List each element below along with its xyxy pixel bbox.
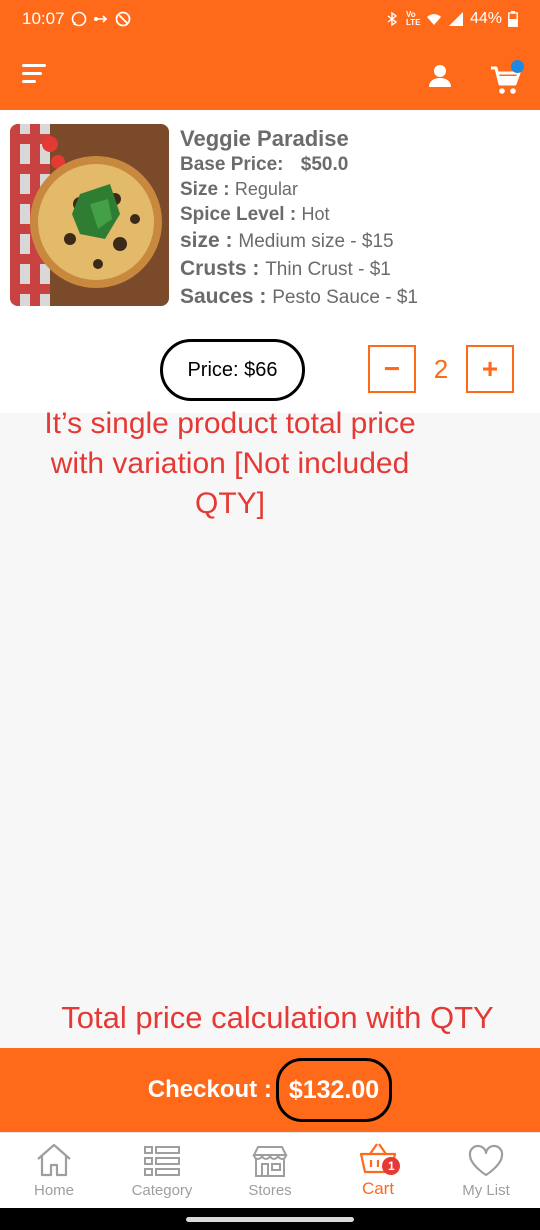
nav-cart[interactable]: 1 Cart: [324, 1133, 432, 1208]
checkout-label: Checkout :: [147, 1076, 272, 1103]
nav-category-label: Category: [131, 1182, 193, 1199]
cart-notification-dot: [511, 60, 524, 73]
menu-icon[interactable]: [22, 64, 50, 86]
base-price-label: Base Price:: [180, 154, 284, 175]
sauces-row: Sauces : Pesto Sauce - $1: [180, 283, 536, 311]
single-price-annotation: It’s single product total price with var…: [44, 407, 416, 520]
base-price-value: $50.0: [300, 154, 349, 175]
heart-icon: [468, 1144, 504, 1177]
whatsapp-icon: [71, 11, 86, 27]
size-row: Size : Regular: [180, 177, 536, 202]
spice-value: Hot: [301, 204, 330, 224]
increase-quantity-button[interactable]: +: [466, 345, 514, 393]
app-bar: [0, 38, 540, 110]
base-price-row: Base Price: $50.0: [180, 152, 536, 177]
home-icon: [37, 1143, 71, 1177]
sauces-label: Sauces :: [180, 285, 267, 308]
variant-size-label: size :: [180, 229, 233, 252]
do-not-disturb-icon: [115, 11, 130, 27]
home-gesture-handle[interactable]: [186, 1217, 354, 1222]
crusts-row: Crusts : Thin Crust - $1: [180, 255, 536, 283]
item-price: Price: $66: [160, 339, 305, 401]
cart-count-badge: 1: [382, 1157, 401, 1175]
total-price-annotation: Total price calculation with QTY: [61, 1000, 494, 1035]
nav-cart-label: Cart: [361, 1179, 395, 1198]
status-bar: 10:07 Vo LTE 44%: [0, 0, 540, 38]
nav-category[interactable]: Category: [108, 1133, 216, 1208]
product-image: [10, 124, 169, 306]
system-gesture-bar: [0, 1208, 540, 1230]
bluetooth-icon: [387, 11, 398, 27]
spice-label: Spice Level :: [180, 204, 297, 225]
sauces-value: Pesto Sauce - $1: [272, 287, 418, 308]
quantity-stepper: − 2 +: [368, 345, 514, 393]
nav-my-list-label: My List: [462, 1182, 510, 1199]
store-icon: [252, 1146, 288, 1177]
nav-stores[interactable]: Stores: [216, 1133, 324, 1208]
variant-size-value: Medium size - $15: [238, 231, 394, 252]
spice-row: Spice Level : Hot: [180, 202, 536, 227]
checkout-total: $132.00: [275, 1058, 393, 1122]
wifi-icon: [426, 14, 441, 25]
variant-size-row: size : Medium size - $15: [180, 227, 536, 255]
status-time: 10:07: [22, 9, 65, 28]
checkout-button[interactable]: Checkout : $132.00: [0, 1048, 540, 1132]
quantity-value: 2: [433, 353, 449, 384]
nav-my-list[interactable]: My List: [432, 1133, 540, 1208]
nav-home-label: Home: [33, 1182, 74, 1199]
cart-item-card: Veggie Paradise Base Price: $50.0 Size :…: [0, 110, 540, 413]
decrease-quantity-button[interactable]: −: [368, 345, 416, 393]
person-icon[interactable]: [424, 60, 456, 92]
nav-stores-label: Stores: [248, 1182, 292, 1199]
battery-percent: 44%: [469, 10, 502, 27]
volte-label: Vo LTE: [405, 10, 421, 27]
size-label: Size :: [180, 179, 230, 200]
bottom-navigation: Home Category Stores 1 Cart My List: [0, 1132, 540, 1208]
crusts-label: Crusts :: [180, 257, 260, 280]
crusts-value: Thin Crust - $1: [265, 259, 391, 280]
size-value: Regular: [234, 179, 298, 199]
cart-button[interactable]: [488, 58, 528, 98]
usb-icon: [93, 15, 107, 23]
category-list-icon: [144, 1146, 180, 1176]
signal-icon: [448, 12, 463, 26]
battery-icon: [508, 11, 518, 27]
product-name: Veggie Paradise: [180, 126, 349, 151]
nav-home[interactable]: Home: [0, 1133, 108, 1208]
product-info: Veggie Paradise Base Price: $50.0 Size :…: [180, 126, 536, 311]
